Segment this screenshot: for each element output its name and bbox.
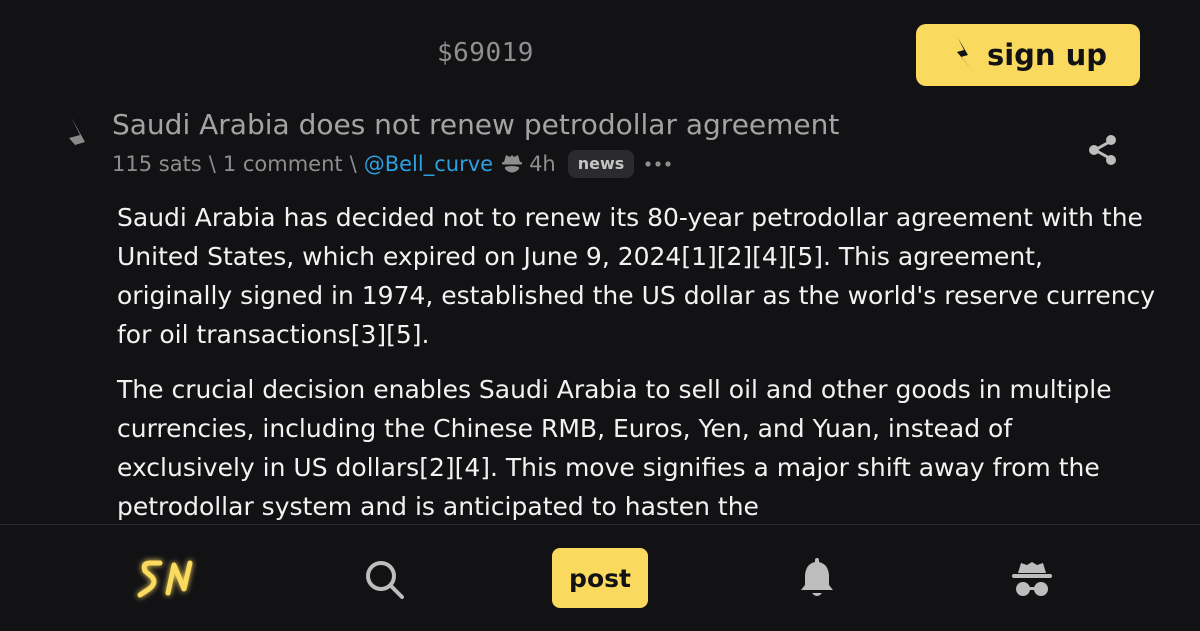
bolt-icon[interactable] <box>58 115 96 169</box>
meta-separator: \ <box>208 152 216 176</box>
meta-separator: \ <box>349 152 357 176</box>
sats-count[interactable]: 115 sats <box>112 152 202 176</box>
bottom-nav: post <box>0 524 1200 631</box>
author-link[interactable]: @Bell_curve <box>364 152 493 176</box>
post-age[interactable]: 4h <box>529 152 556 176</box>
sn-logo[interactable] <box>132 555 204 603</box>
signup-label: sign up <box>986 37 1108 72</box>
anon-hat-icon <box>501 152 523 176</box>
signup-button[interactable]: sign up <box>916 24 1140 86</box>
post-meta: 115 sats \ 1 comment \ @Bell_curve 4h ne… <box>112 150 672 178</box>
post-paragraph: Saudi Arabia has decided not to renew it… <box>117 203 1156 349</box>
search-icon[interactable] <box>362 557 406 601</box>
post-button[interactable]: post <box>552 548 648 608</box>
comments-count[interactable]: 1 comment <box>223 152 343 176</box>
news-badge[interactable]: news <box>567 150 635 178</box>
post-button-label: post <box>569 563 631 593</box>
more-icon[interactable] <box>644 159 672 169</box>
bell-icon[interactable] <box>796 555 838 601</box>
bolt-icon <box>956 38 974 72</box>
btc-price[interactable]: $69019 <box>437 38 534 68</box>
post-body: Saudi Arabia has decided not to renew it… <box>117 198 1157 542</box>
anon-icon[interactable] <box>1010 559 1054 599</box>
post-paragraph: The crucial decision enables Saudi Arabi… <box>117 375 1112 521</box>
post-title[interactable]: Saudi Arabia does not renew petrodollar … <box>112 108 839 141</box>
share-icon[interactable] <box>1086 133 1120 167</box>
